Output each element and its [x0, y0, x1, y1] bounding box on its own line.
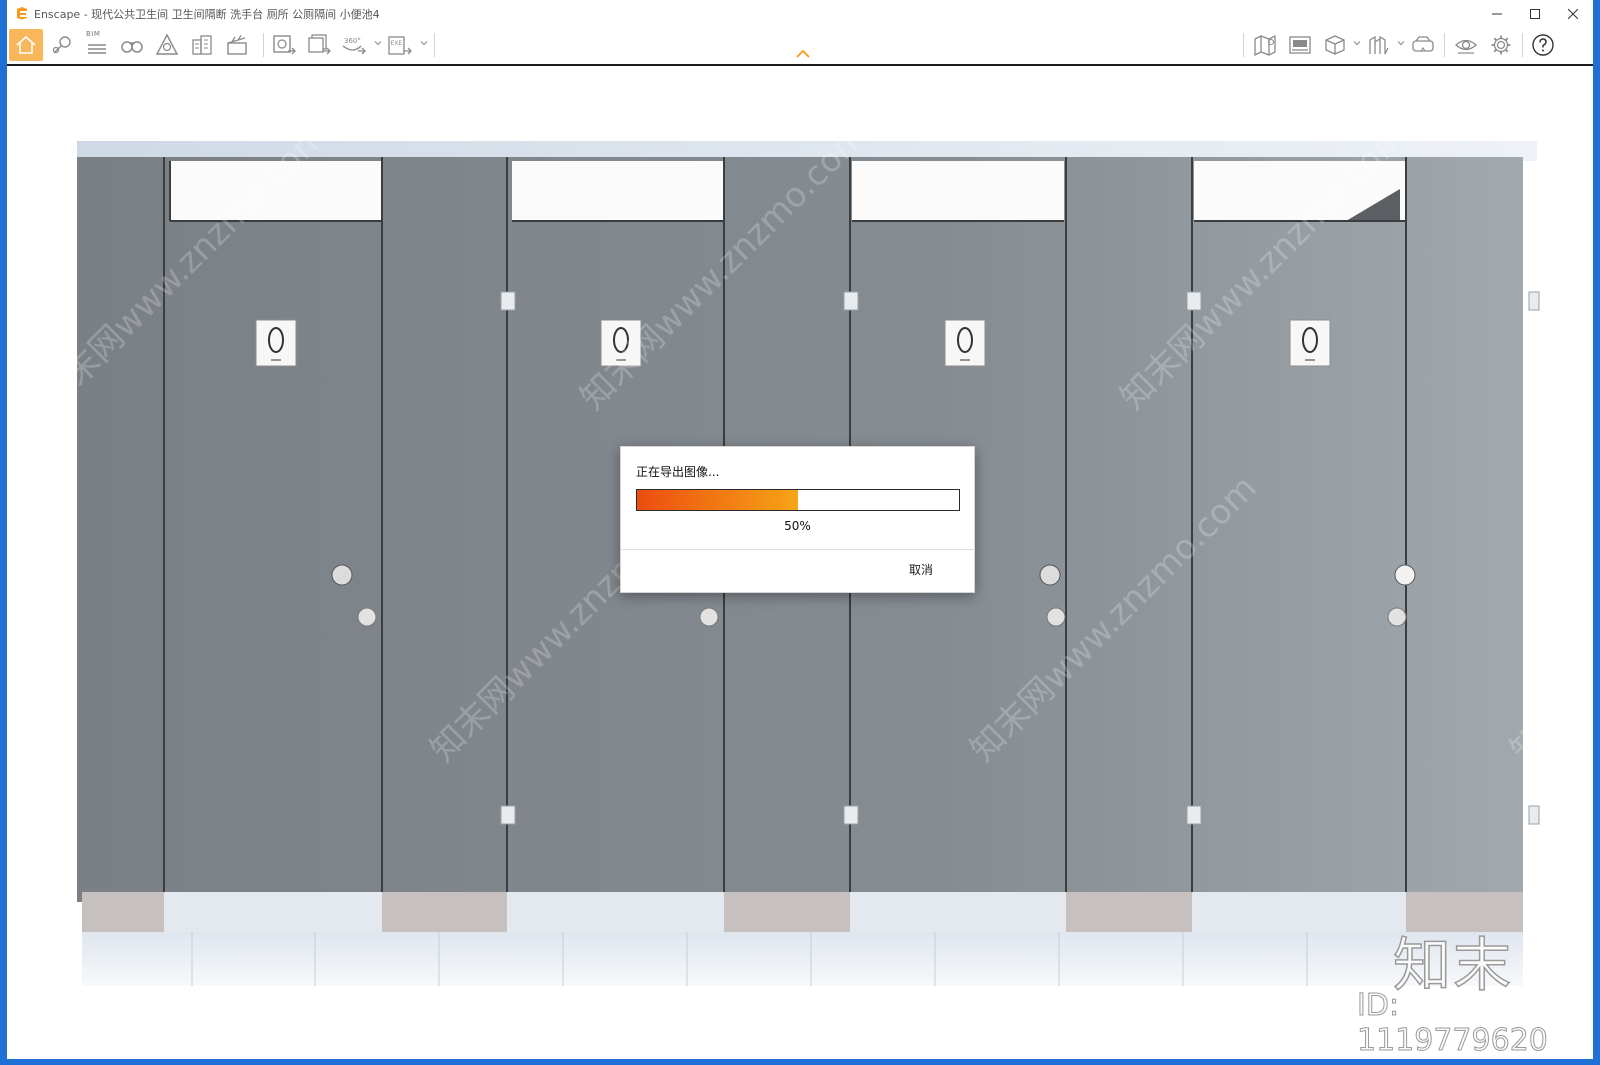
window-title: Enscape - 现代公共卫生间 卫生间隔断 洗手台 厕所 公厕隔间 小便池4 — [34, 8, 380, 21]
vr-headset-icon — [1412, 36, 1434, 52]
map-icon — [1254, 34, 1276, 56]
panorama-label: 360° — [344, 37, 361, 45]
chevron-up-icon[interactable] — [795, 49, 811, 59]
app-window: Enscape - 现代公共卫生间 卫生间隔断 洗手台 厕所 公厕隔间 小便池4… — [7, 0, 1593, 1059]
progress-fill — [637, 490, 798, 510]
bim-label: BIM — [86, 30, 101, 38]
close-button[interactable] — [1553, 0, 1593, 27]
export-progress-dialog: 正在导出图像... 50% 取消 — [620, 446, 975, 593]
enscape-logo-icon — [17, 7, 27, 20]
toolbar-separator — [434, 33, 435, 57]
building-icon — [192, 35, 212, 55]
chevron-down-icon[interactable] — [1397, 39, 1405, 47]
view-settings-icon — [1455, 39, 1477, 54]
video-editor-icon — [1289, 36, 1311, 54]
vr-headset-button[interactable] — [1408, 29, 1438, 61]
cancel-button[interactable]: 取消 — [909, 561, 933, 578]
batch-export-icon — [308, 34, 331, 55]
render-viewport[interactable]: 知末网www.znzmo.com 知末网www.znzmo.com 知末网www… — [7, 66, 1593, 1059]
home-icon — [16, 35, 36, 54]
reference-button[interactable] — [47, 29, 77, 61]
reference-icon — [52, 36, 71, 54]
exe-label: EXE — [391, 40, 403, 47]
binoculars-button[interactable] — [117, 29, 147, 61]
settings-button[interactable] — [1486, 29, 1516, 61]
asset-library-icon — [1369, 35, 1389, 55]
help-icon — [1532, 34, 1554, 56]
urinal-sign-icon — [944, 319, 986, 367]
toolbar-separator — [1522, 33, 1523, 57]
minimize-icon — [1492, 13, 1502, 14]
toolbar-separator — [1243, 33, 1244, 57]
screenshot-export-button[interactable] — [269, 29, 299, 61]
progress-bar — [636, 489, 960, 511]
clapperboard-button[interactable] — [222, 29, 252, 61]
dialog-divider — [621, 549, 974, 550]
bim-button[interactable]: BIM — [82, 29, 112, 61]
maximize-icon — [1530, 8, 1540, 19]
asset-library-button[interactable] — [1364, 29, 1394, 61]
progress-percent: 50% — [784, 519, 811, 533]
screenshot-export-icon — [273, 35, 296, 55]
cube-icon — [1325, 35, 1345, 55]
urinal-sign-icon — [1289, 319, 1331, 367]
minimize-button[interactable] — [1477, 0, 1517, 27]
cube-button[interactable] — [1320, 29, 1350, 61]
image-id-watermark: ID: 1119779620 — [1357, 988, 1549, 1059]
binoculars-icon — [121, 41, 143, 53]
video-editor-button[interactable] — [1285, 29, 1315, 61]
view-settings-button[interactable] — [1451, 29, 1481, 61]
chevron-down-icon[interactable] — [420, 39, 428, 47]
toolbar-separator — [1444, 33, 1445, 57]
building-button[interactable] — [187, 29, 217, 61]
exe-export-button[interactable]: EXE — [385, 29, 415, 61]
chevron-down-icon[interactable] — [374, 39, 382, 47]
dialog-title: 正在导出图像... — [636, 465, 720, 479]
chevron-down-icon[interactable] — [1353, 39, 1361, 47]
home-button[interactable] — [9, 29, 43, 61]
panorama-export-button[interactable]: 360° — [339, 29, 369, 61]
map-button[interactable] — [1250, 29, 1280, 61]
toolbar-separator — [263, 33, 264, 57]
batch-export-button[interactable] — [304, 29, 334, 61]
close-icon — [1568, 8, 1578, 19]
help-button[interactable] — [1528, 29, 1558, 61]
title-bar: Enscape - 现代公共卫生间 卫生间隔断 洗手台 厕所 公厕隔间 小便池4 — [7, 0, 1593, 27]
urinal-sign-icon — [255, 319, 297, 367]
panorama-360-icon: 360° — [342, 37, 366, 55]
settings-icon — [1491, 35, 1511, 55]
clapperboard-icon — [227, 35, 247, 55]
maximize-button[interactable] — [1515, 0, 1555, 27]
light-icon — [155, 33, 179, 55]
light-button[interactable] — [152, 29, 182, 61]
main-toolbar: BIM 360° EXE — [7, 27, 1593, 66]
exe-export-icon: EXE — [388, 36, 412, 55]
